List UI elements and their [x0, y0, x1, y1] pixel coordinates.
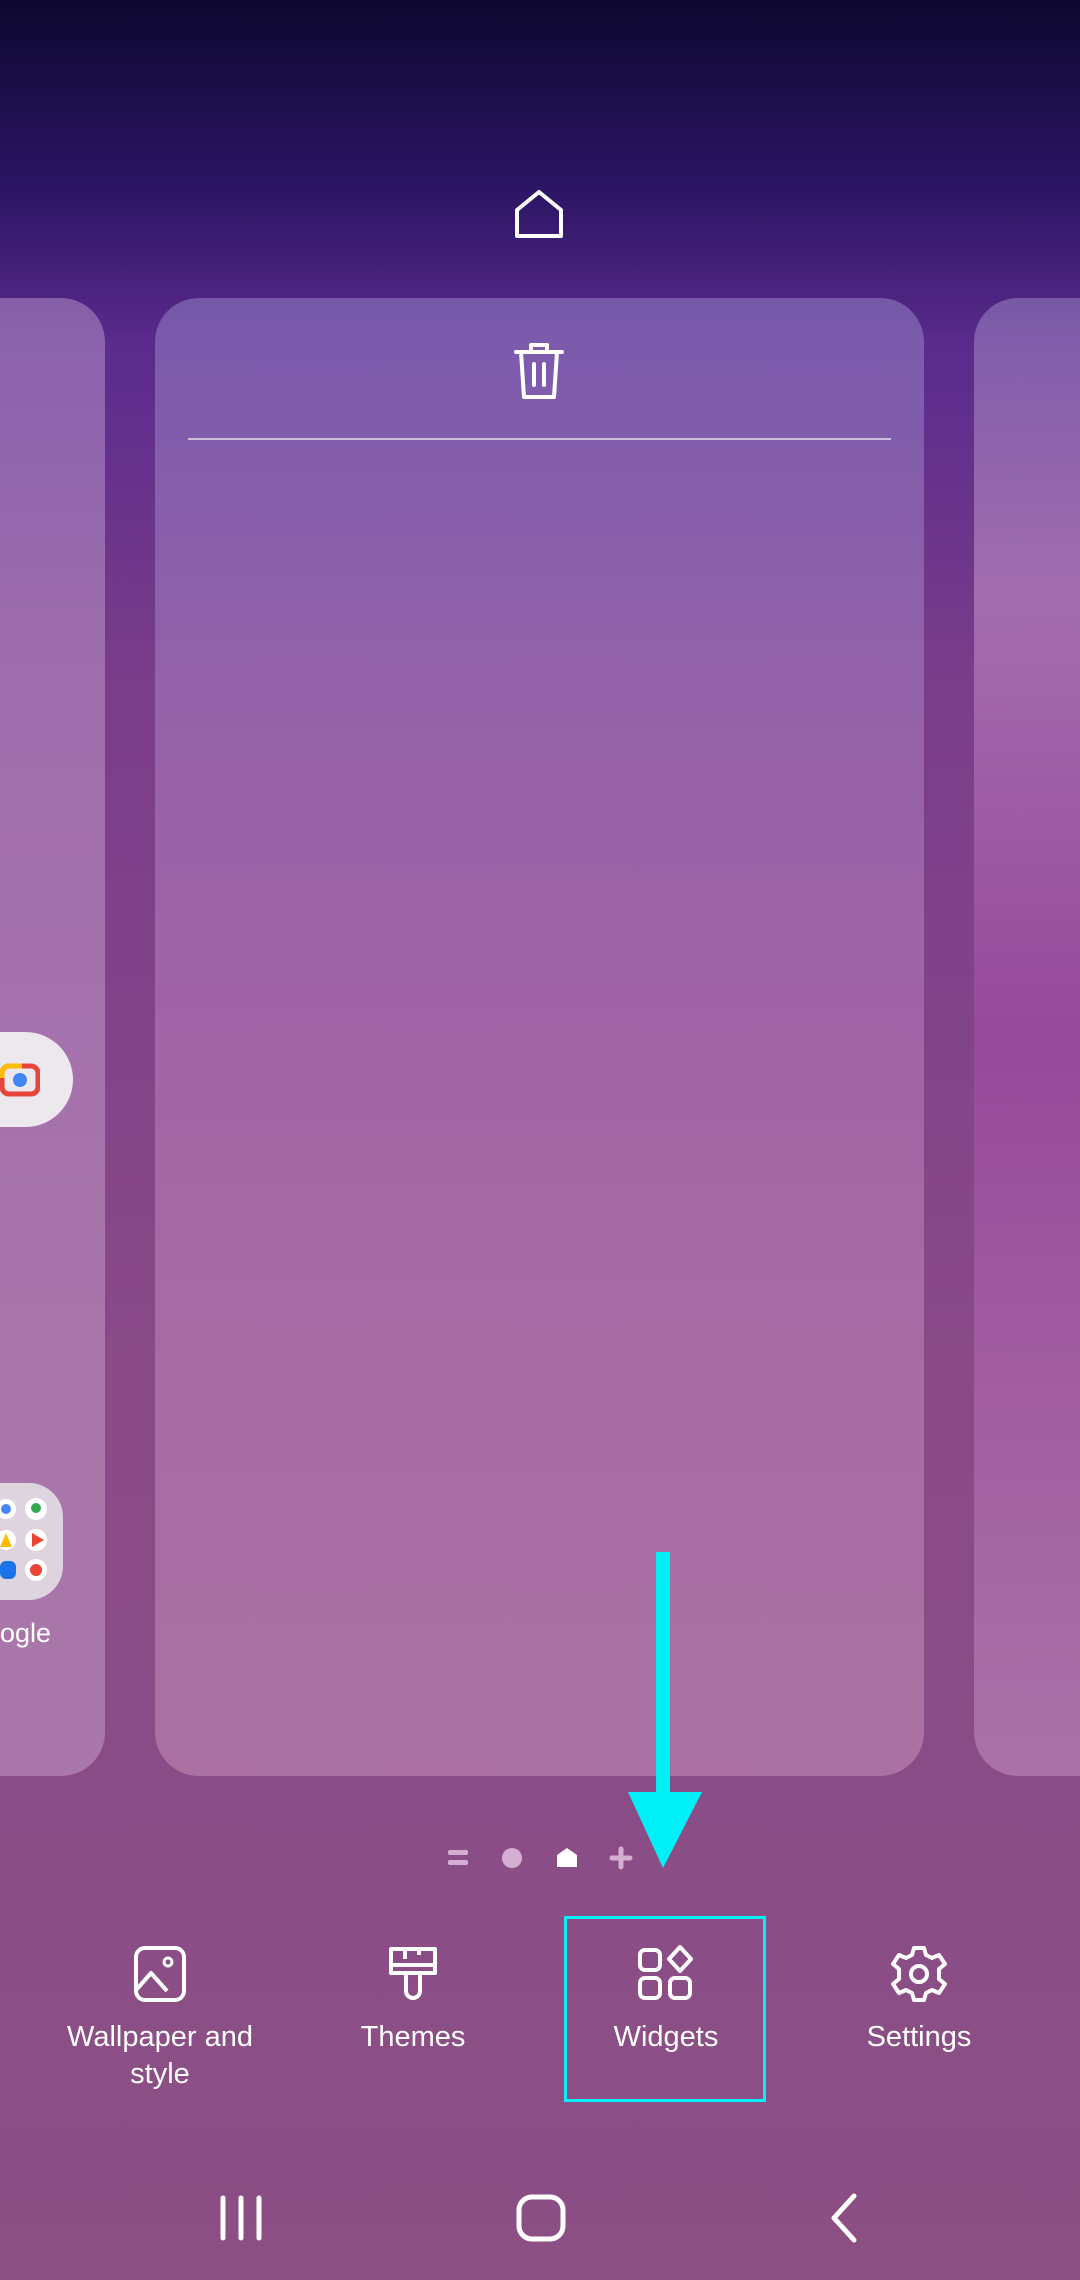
wallpaper-and-style-button[interactable]: Wallpaper and style — [35, 1925, 285, 2093]
nav-home-button[interactable] — [514, 2190, 570, 2246]
google-folder[interactable] — [0, 1483, 63, 1600]
themes-label: Themes — [360, 2021, 466, 2053]
annotation-arrow — [628, 1552, 702, 1868]
gear-icon — [891, 1946, 947, 2002]
wallpaper-label: Wallpaper and style — [67, 2021, 253, 2090]
page-indicator[interactable] — [440, 1845, 640, 1871]
recents-button[interactable] — [216, 2190, 266, 2246]
right-page-card[interactable] — [974, 298, 1080, 1776]
card-divider — [188, 438, 891, 440]
themes-button[interactable]: Themes — [288, 1925, 538, 2056]
settings-button[interactable]: Settings — [794, 1925, 1044, 2056]
widgets-highlight-box — [564, 1916, 766, 2102]
back-button[interactable] — [820, 2190, 870, 2246]
page-dot-icon — [502, 1848, 522, 1868]
home-page-indicator-icon — [557, 1848, 577, 1867]
home-icon[interactable] — [511, 186, 567, 242]
app-icons — [0, 1498, 47, 1581]
camera-icon — [0, 1063, 40, 1097]
current-page-card[interactable] — [155, 298, 924, 1776]
trash-icon[interactable] — [512, 340, 566, 402]
list-indicator-icon — [448, 1850, 468, 1865]
folder-label: ogle — [0, 1618, 52, 1648]
image-icon — [134, 1946, 186, 2002]
paintbrush-icon — [389, 1947, 437, 2000]
settings-label: Settings — [866, 2021, 972, 2053]
